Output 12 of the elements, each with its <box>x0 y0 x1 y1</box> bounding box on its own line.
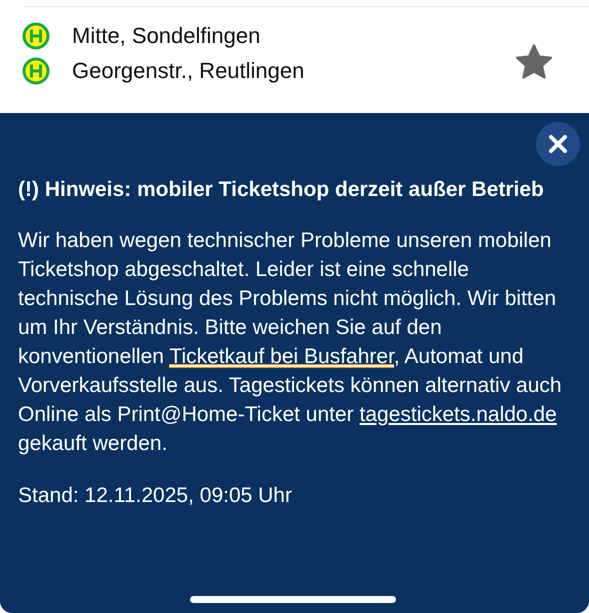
bus-stop-icon <box>22 57 50 85</box>
close-icon <box>549 135 567 153</box>
text-link[interactable]: Ticketkauf bei Busfahrer <box>169 345 394 368</box>
timestamp: Stand: 12.11.2025, 09:05 Uhr <box>18 484 293 508</box>
stop-name: Mitte, Sondelfingen <box>72 23 260 49</box>
bus-stop-icon <box>22 22 50 50</box>
stop-name: Georgenstr., Reutlingen <box>72 58 304 84</box>
star-icon[interactable] <box>515 44 553 80</box>
text-link[interactable]: tagestickets.naldo.de <box>360 403 557 426</box>
notice-title: (!) Hinweis: mobiler Ticketshop derzeit außer Betrieb <box>18 177 545 203</box>
notice-text: Wir haben wegen technischer Probleme unseren mobilen Ticketshop abgeschaltet. Leider ist eine schnelle technische Lösung des Problems nicht möglich. Wir bitten um Ihr Verständnis. Bitte weichen Sie auf den konventionellen Ticketkauf bei Busfahrer, Automat und Vorverkaufsstelle aus. Tagestickets können alternativ auch Online als Print@Home-Ticket unter tagestickets.naldo.de gekauft werden. <box>18 228 563 457</box>
close-button[interactable] <box>536 122 580 166</box>
